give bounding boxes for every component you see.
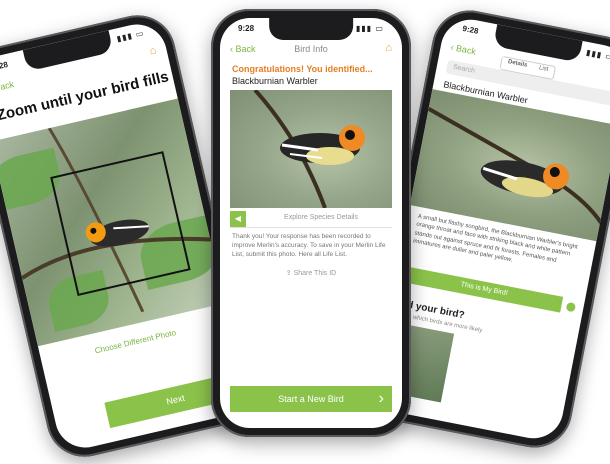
species-details-bar[interactable]: ◀ Explore Species Details — [230, 211, 392, 228]
bird-photo[interactable] — [0, 98, 226, 347]
start-new-bird-label: Start a New Bird — [278, 394, 344, 404]
signal-battery-icon: ▮▮▮ ▭ — [115, 28, 146, 44]
home-icon[interactable]: ⌂ — [148, 44, 157, 57]
share-button[interactable]: ⇪ Share This ID — [220, 269, 402, 277]
phone-middle: 9:28 ▮▮▮ ▭ ‹ Back Bird Info ⌂ Congratula… — [211, 9, 411, 437]
status-time: 9:28 — [461, 23, 480, 36]
back-label: Back — [455, 43, 477, 57]
nav-title: Bird Info — [294, 44, 328, 54]
status-time: 9:28 — [238, 24, 255, 33]
sound-icon[interactable]: ◀ — [230, 211, 246, 227]
phone-middle-screen: 9:28 ▮▮▮ ▭ ‹ Back Bird Info ⌂ Congratula… — [220, 18, 402, 428]
signal-battery-icon: ▮▮▮ ▭ — [356, 24, 384, 33]
species-name: Blackburnian Warbler — [232, 76, 318, 86]
status-time: 9:28 — [0, 59, 9, 73]
back-button[interactable]: ‹ Back — [450, 42, 477, 57]
back-label: Back — [0, 79, 15, 94]
chevron-right-icon: › — [378, 390, 384, 407]
bird-graphic — [253, 90, 365, 208]
share-icon: ⇪ — [285, 270, 294, 277]
confirmation-text: Thank you! Your response has been record… — [232, 233, 386, 258]
share-label: Share This ID — [293, 270, 337, 277]
signal-battery-icon: ▮▮▮ ▭ — [585, 47, 610, 63]
start-new-bird-button[interactable]: Start a New Bird › — [230, 386, 392, 412]
nav-bar: ‹ Back Bird Info ⌂ — [230, 42, 392, 60]
back-button[interactable]: ‹ Back — [0, 79, 15, 94]
info-icon[interactable] — [565, 301, 577, 313]
bird-photo — [230, 90, 392, 208]
home-icon[interactable]: ⌂ — [385, 42, 392, 54]
congrats-heading: Congratulations! You identified... — [232, 64, 373, 74]
species-details-link[interactable]: Explore Species Details — [250, 214, 392, 221]
notch — [269, 18, 353, 40]
